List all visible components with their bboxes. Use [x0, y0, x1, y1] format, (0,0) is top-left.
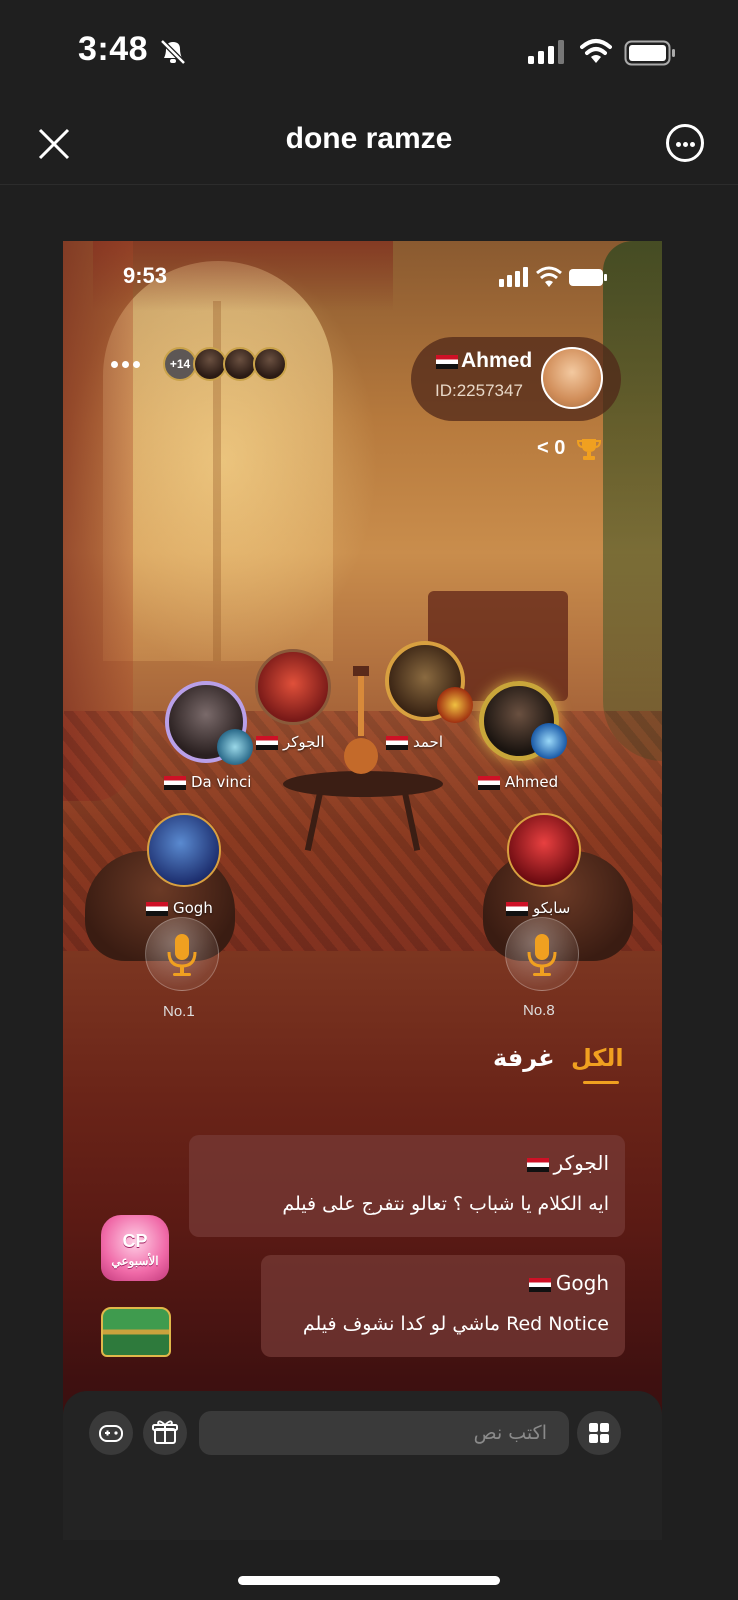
background-window: [103, 261, 333, 661]
message-sender: Gogh: [555, 1271, 609, 1295]
empty-mic-seat[interactable]: [145, 917, 219, 991]
trophy-counter[interactable]: < 0: [537, 437, 601, 460]
home-indicator: [238, 1576, 500, 1585]
seat-username: Da vinci: [191, 773, 252, 791]
owner-id: ID:2257347: [435, 381, 523, 400]
owner-name: Ahmed: [461, 349, 533, 372]
chat-message: Gogh ماشي لو كدا نشوف فيلم Red Notice: [261, 1255, 625, 1357]
egypt-flag-icon: [436, 355, 458, 369]
empty-mic-seat[interactable]: [505, 917, 579, 991]
egypt-flag-icon: [526, 1157, 549, 1172]
game-controller-icon: [99, 1425, 123, 1442]
wolf-badge-icon: [531, 723, 567, 759]
microphone-icon: [167, 934, 197, 976]
egypt-flag-icon: [528, 1277, 551, 1292]
chat-message: الجوكر ايه الكلام يا شباب ؟ تعالو نتفرج …: [189, 1135, 625, 1237]
cp-subtitle: الأسبوعي: [111, 1254, 159, 1268]
seat-username: Ahmed: [505, 773, 559, 791]
seat-username: سابكو: [533, 899, 571, 917]
chevron-left-icon: <: [537, 437, 549, 459]
user-avatar: [507, 813, 581, 887]
egypt-flag-icon: [146, 901, 168, 916]
egypt-flag-icon: [478, 775, 500, 790]
egypt-flag-icon: [164, 775, 186, 790]
microphone-icon: [527, 934, 557, 976]
wifi-icon: [580, 39, 612, 63]
egypt-flag-icon: [256, 735, 278, 750]
treasure-chest-icon[interactable]: [101, 1307, 171, 1357]
seat-number: No.1: [163, 1003, 195, 1020]
message-text: ايه الكلام يا شباب ؟ تعالو نتفرج على فيل…: [282, 1193, 609, 1215]
viewer-count: +14: [163, 347, 197, 381]
grid-icon: [589, 1423, 609, 1443]
message-sender: الجوكر: [553, 1151, 609, 1175]
voice-room-screen: 9:53 +14 Ahmed ID:2257347 < 0 الجوكر احم…: [63, 241, 662, 1540]
app-clock: 9:53: [123, 263, 168, 288]
battery-icon: [624, 40, 675, 66]
os-clock: 3:48: [78, 30, 149, 68]
background-plant: [603, 241, 662, 761]
user-avatar: [255, 649, 331, 725]
message-input[interactable]: [199, 1411, 569, 1455]
owner-avatar: [541, 347, 603, 409]
bell-slash-icon: [160, 39, 186, 65]
gift-button[interactable]: [143, 1411, 187, 1455]
page-title: done ramze: [285, 122, 453, 155]
user-avatar: [147, 813, 221, 887]
more-icon[interactable]: [666, 124, 704, 162]
game-controller-button[interactable]: [89, 1411, 133, 1455]
apps-grid-button[interactable]: [577, 1411, 621, 1455]
egypt-flag-icon: [506, 901, 528, 916]
room-owner-card[interactable]: Ahmed ID:2257347: [411, 337, 621, 421]
message-text: ماشي لو كدا نشوف فيلم Red Notice: [302, 1313, 609, 1335]
active-tab-indicator: [583, 1081, 619, 1084]
seat-username: احمد: [413, 733, 443, 751]
viewer-avatar: [193, 347, 227, 381]
wolf-badge-icon: [217, 729, 253, 765]
weekly-cp-badge[interactable]: CP الأسبوعي: [101, 1215, 169, 1281]
cellular-icon: [528, 40, 564, 64]
app-status-icons: [499, 266, 607, 287]
frame-badge-icon: [437, 687, 473, 723]
cp-label: CP: [122, 1231, 148, 1251]
viewer-avatar: [253, 347, 287, 381]
hookah-decoration: [344, 666, 378, 774]
seat-username: الجوكر: [283, 733, 325, 751]
seat-number: No.8: [523, 1002, 555, 1019]
seat-username: Gogh: [173, 899, 213, 917]
viewer-avatar: [223, 347, 257, 381]
tab-all[interactable]: الكل: [571, 1044, 624, 1072]
tab-room[interactable]: غرفة: [493, 1044, 555, 1072]
trophy-count: 0: [554, 437, 566, 459]
trophy-icon: [576, 438, 601, 460]
egypt-flag-icon: [386, 735, 408, 750]
navigation-bar: done ramze: [0, 110, 738, 185]
gift-icon: [152, 1420, 178, 1444]
chat-input-bar: [63, 1391, 662, 1540]
